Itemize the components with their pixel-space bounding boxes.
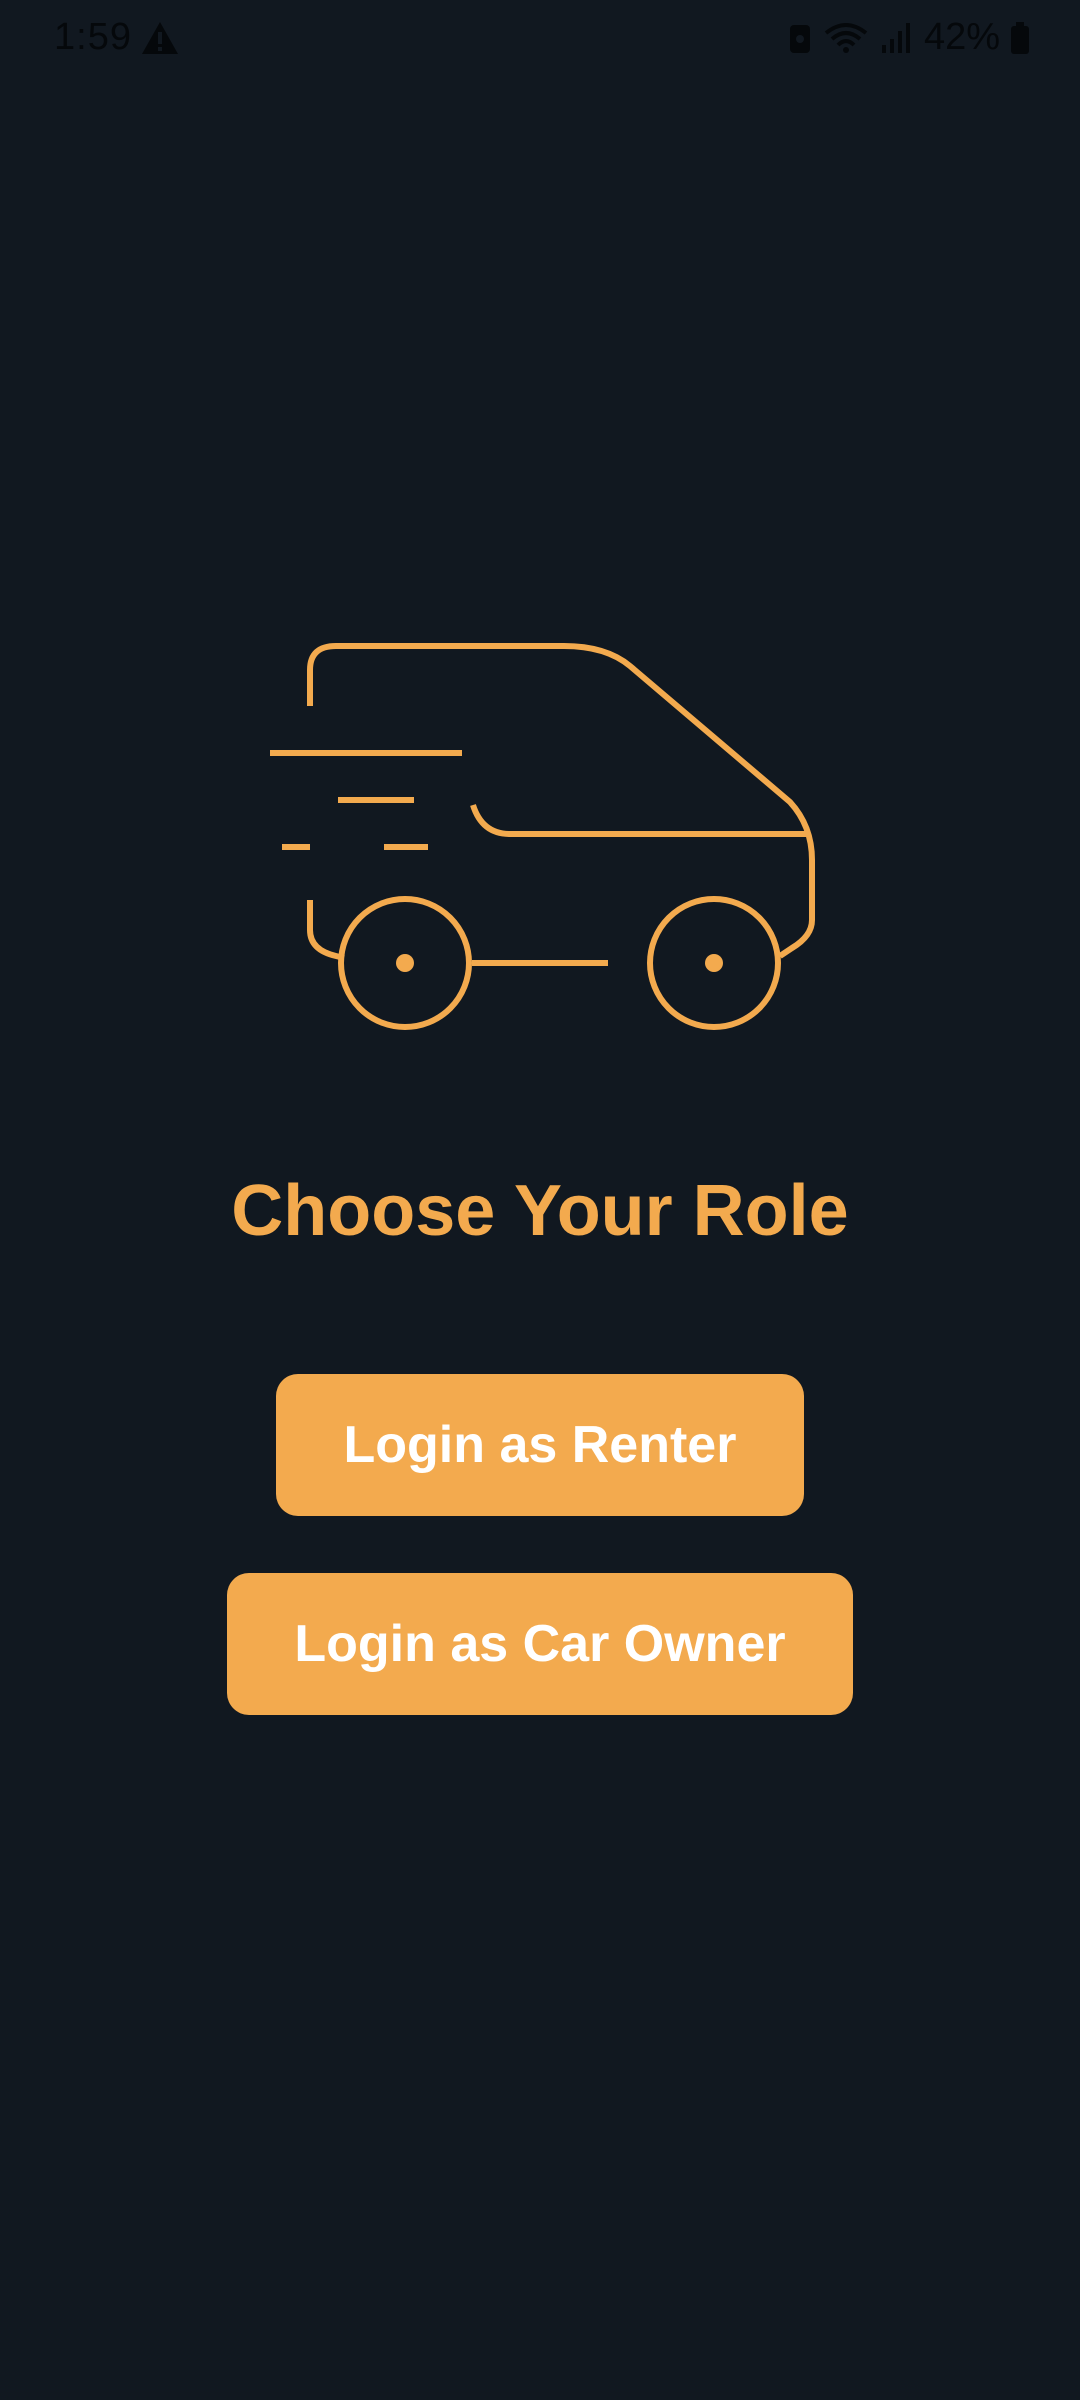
status-time: 1:59 bbox=[54, 16, 132, 58]
signal-icon bbox=[880, 21, 914, 55]
van-moving-icon bbox=[260, 630, 820, 1050]
battery-percent: 42% bbox=[923, 16, 1000, 58]
sim-icon bbox=[788, 21, 812, 55]
role-selection-screen: 1:59 42% Choose Your Role Login as Rente… bbox=[0, 0, 1080, 2400]
login-as-car-owner-button[interactable]: Login as Car Owner bbox=[227, 1573, 853, 1715]
battery-icon bbox=[1010, 21, 1030, 55]
page-title: Choose Your Role bbox=[231, 1171, 849, 1251]
wifi-icon bbox=[822, 21, 870, 55]
warning-icon bbox=[140, 20, 180, 56]
status-icons: 42% bbox=[788, 16, 1030, 59]
status-bar: 1:59 42% bbox=[0, 0, 1080, 80]
login-as-renter-button[interactable]: Login as Renter bbox=[276, 1374, 804, 1516]
